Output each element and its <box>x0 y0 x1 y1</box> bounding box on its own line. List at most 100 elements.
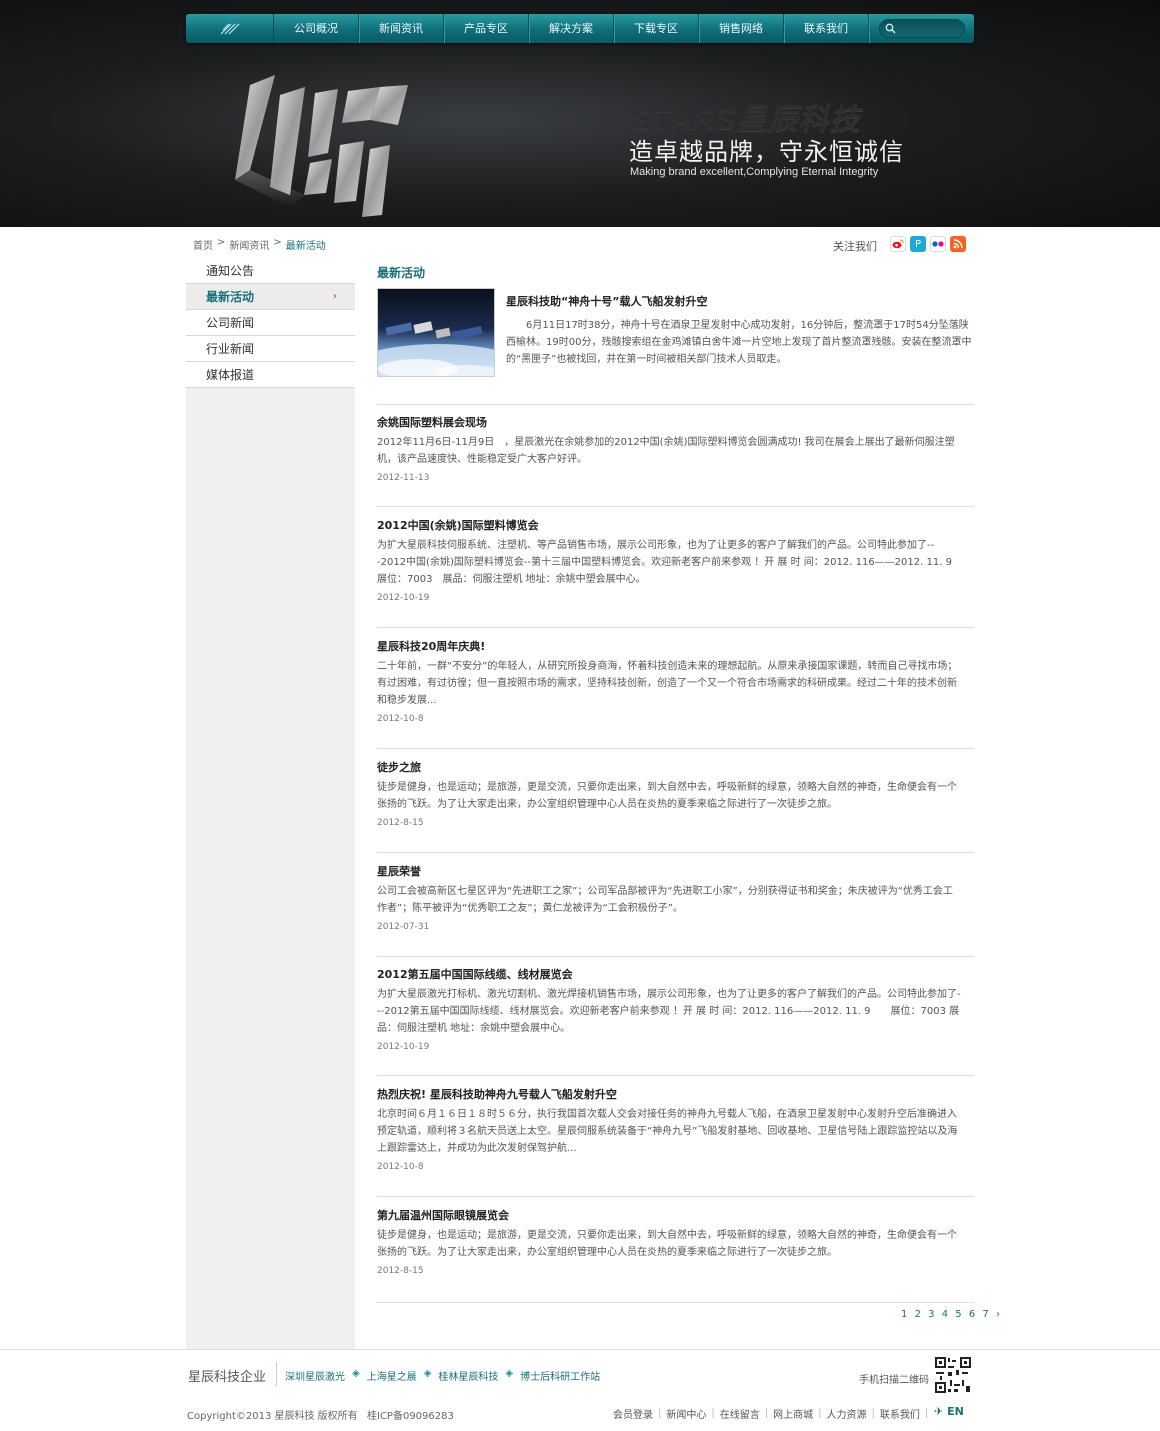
news-title[interactable]: 星辰荣誉 <box>377 863 974 879</box>
news-title[interactable]: 热烈庆祝! 星辰科技助神舟九号载人飞船发射升空 <box>377 1086 974 1102</box>
breadcrumb-sep: > <box>217 237 226 248</box>
nav-item-sales-network[interactable]: 销售网络 <box>699 14 784 43</box>
page-link[interactable]: 1 <box>901 1309 909 1320</box>
globe-icon: ✈ <box>934 1405 944 1418</box>
footer-bottom-links: 会员登录 | 新闻中心 | 在线留言 | 网上商城 | 人力资源 | 联系我们 | <box>613 1406 929 1421</box>
search-icon[interactable] <box>885 23 896 34</box>
header-banner: 公司概况 新闻资讯 产品专区 解决方案 下载专区 销售网络 联系我们 STARS… <box>0 0 1160 227</box>
news-item: 2012第五届中国国际线缆、线材展览会 为扩大星辰激光打标机、激光切割机、激光焊… <box>377 966 974 1076</box>
language-label: EN <box>947 1405 964 1418</box>
icp-number[interactable]: 桂ICP备09096283 <box>367 1407 454 1422</box>
language-switch[interactable]: ✈ EN <box>934 1405 964 1418</box>
copyright: Copyright©2013 星辰科技 版权所有 <box>187 1411 358 1422</box>
page-link[interactable]: 4 <box>942 1309 950 1320</box>
news-date: 2012-8-15 <box>377 1266 424 1276</box>
footer-link-hr[interactable]: 人力资源 <box>827 1406 867 1421</box>
news-date: 2012-11-13 <box>377 473 430 483</box>
search-input[interactable] <box>879 19 965 38</box>
news-title[interactable]: 第九届温州国际眼镜展览会 <box>377 1207 974 1223</box>
feature-title[interactable]: 星辰科技助“神舟十号”载人飞船发射升空 <box>506 293 707 309</box>
page-link[interactable]: 2 <box>915 1309 923 1320</box>
page-link[interactable]: 3 <box>928 1309 936 1320</box>
sidebar: 通知公告 最新活动 › 公司新闻 行业新闻 媒体报道 <box>186 258 355 1349</box>
news-date: 2012-10-8 <box>377 1162 424 1172</box>
news-title[interactable]: 星辰科技20周年庆典! <box>377 638 974 654</box>
page-link[interactable]: 5 <box>955 1309 963 1320</box>
nav-item-company[interactable]: 公司概况 <box>274 14 359 43</box>
breadcrumb-current: 最新活动 <box>285 241 326 252</box>
news-item: 余姚国际塑料展会现场 2012年11月6日-11月9日 ，星辰激光在余姚参加的2… <box>377 414 974 507</box>
news-item: 2012中国(余姚)国际塑料博览会 为扩大星辰科技伺服系统、注塑机、等产品销售市… <box>377 517 974 628</box>
diamond-icon: ◈ <box>352 1368 360 1379</box>
page-link[interactable]: 7 <box>982 1309 990 1320</box>
sidebar-item-company-news[interactable]: 公司新闻 <box>186 310 355 336</box>
sidebar-item-latest-activity[interactable]: 最新活动 › <box>186 284 355 310</box>
news-item: 第九届温州国际眼镜展览会 徒步是健身，也是运动；是旅游，更是交流，只要你走出来，… <box>377 1207 974 1303</box>
news-summary: 二十年前，一群“不安分”的年轻人，从研究所投身商海，怀着科技创造未来的理想起航。… <box>377 661 958 706</box>
nav-item-contact[interactable]: 联系我们 <box>784 14 869 43</box>
sidebar-item-notices[interactable]: 通知公告 <box>186 258 355 284</box>
flickr-icon[interactable] <box>930 236 946 252</box>
weibo-icon[interactable] <box>890 236 906 252</box>
slogan-english: Making brand excellent,Complying Eternal… <box>630 166 879 178</box>
breadcrumb-news[interactable]: 新闻资讯 <box>229 237 269 252</box>
news-summary: 公司工会被高新区七星区评为“先进职工之家”；公司军品部被评为“先进职工小家”，分… <box>377 886 953 914</box>
follow-us-label: 关注我们 <box>833 240 877 253</box>
main-nav: 公司概况 新闻资讯 产品专区 解决方案 下载专区 销售网络 联系我们 <box>186 14 974 43</box>
nav-item-solutions[interactable]: 解决方案 <box>529 14 614 43</box>
footer-link-login[interactable]: 会员登录 <box>613 1406 653 1421</box>
qr-label: 手机扫描二维码 <box>859 1375 929 1386</box>
sidebar-item-industry-news[interactable]: 行业新闻 <box>186 336 355 362</box>
diamond-icon: ◈ <box>505 1368 514 1379</box>
sidebar-item-media-reports[interactable]: 媒体报道 <box>186 362 355 388</box>
breadcrumb-sep: > <box>273 237 282 248</box>
nav-item-downloads[interactable]: 下载专区 <box>614 14 699 43</box>
feature-thumbnail[interactable] <box>377 288 495 377</box>
chevron-right-icon: › <box>332 291 337 302</box>
breadcrumb-home[interactable]: 首页 <box>193 237 213 252</box>
footer-link-shanghai[interactable]: 上海星之晨 <box>367 1368 417 1383</box>
sidebar-item-label: 最新活动 <box>206 290 255 304</box>
footer-divider <box>0 1349 1160 1350</box>
featured-news: 星辰科技助“神舟十号”载人飞船发射升空 6月11日17时38分，神舟十号在酒泉卫… <box>377 288 974 405</box>
news-summary: 北京时间６月１６日１８时５６分，执行我国首次载人交会对接任务的神舟九号载人飞船，… <box>377 1109 958 1154</box>
news-date: 2012-10-8 <box>377 714 424 724</box>
nav-item-news[interactable]: 新闻资讯 <box>359 14 444 43</box>
diamond-icon: ◈ <box>423 1368 432 1379</box>
news-title[interactable]: 2012第五届中国国际线缆、线材展览会 <box>377 966 974 982</box>
news-summary: 徒步是健身，也是运动；是旅游，更是交流，只要你走出来，到大自然中去，呼吸新鲜的绿… <box>377 782 957 810</box>
news-summary: 徒步是健身，也是运动；是旅游，更是交流，只要你走出来，到大自然中去，呼吸新鲜的绿… <box>377 1230 957 1258</box>
news-item: 星辰科技20周年庆典! 二十年前，一群“不安分”的年轻人，从研究所投身商海，怀着… <box>377 638 974 749</box>
news-item: 徒步之旅 徒步是健身，也是运动；是旅游，更是交流，只要你走出来，到大自然中去，呼… <box>377 759 974 853</box>
footer-link-shenzhen[interactable]: 深圳星辰激光 <box>285 1368 345 1383</box>
news-date: 2012-10-19 <box>377 1042 430 1052</box>
footer-partner-links: 深圳星辰激光 ◈ 上海星之晨 ◈ 桂林星辰科技 ◈ 博士后科研工作站 <box>285 1368 600 1383</box>
footer-separator <box>276 1362 277 1386</box>
rss-icon[interactable] <box>950 236 966 252</box>
news-title[interactable]: 余姚国际塑料展会现场 <box>377 414 974 430</box>
qr-code-icon <box>934 1356 972 1394</box>
footer-brand: 星辰科技企业 <box>188 1370 267 1385</box>
nav-item-products[interactable]: 产品专区 <box>444 14 529 43</box>
breadcrumb: 首页 > 新闻资讯 > 最新活动 <box>193 237 326 252</box>
news-item: 热烈庆祝! 星辰科技助神舟九号载人飞船发射升空 北京时间６月１６日１８时５６分，… <box>377 1086 974 1197</box>
slogan-chinese: 造卓越品牌，守永恒诚信 <box>629 138 904 166</box>
news-date: 2012-10-19 <box>377 593 430 603</box>
footer-link-shop[interactable]: 网上商城 <box>773 1406 813 1421</box>
news-title[interactable]: 徒步之旅 <box>377 759 974 775</box>
footer-link-contact[interactable]: 联系我们 <box>880 1406 920 1421</box>
next-page-icon[interactable]: › <box>996 1309 1002 1320</box>
feature-summary: 6月11日17时38分，神舟十号在酒泉卫星发射中心成功发射，16分钟后，整流罩于… <box>506 320 972 365</box>
tencent-weibo-icon[interactable]: P <box>910 236 926 252</box>
news-summary: 2012年11月6日-11月9日 ，星辰激光在余姚参加的2012中国(余姚)国际… <box>377 437 955 465</box>
nav-home-logo-icon[interactable] <box>186 14 274 43</box>
pagination: 1 2 3 4 5 6 7 › <box>901 1309 1002 1320</box>
news-title[interactable]: 2012中国(余姚)国际塑料博览会 <box>377 517 974 533</box>
footer-link-postdoc[interactable]: 博士后科研工作站 <box>520 1368 600 1383</box>
news-item: 星辰荣誉 公司工会被高新区七星区评为“先进职工之家”；公司军品部被评为“先进职工… <box>377 863 974 957</box>
footer-link-message[interactable]: 在线留言 <box>720 1406 760 1421</box>
footer-link-news[interactable]: 新闻中心 <box>666 1406 706 1421</box>
footer-link-guilin[interactable]: 桂林星辰科技 <box>438 1368 498 1383</box>
page-link[interactable]: 6 <box>969 1309 977 1320</box>
news-date: 2012-8-15 <box>377 818 424 828</box>
